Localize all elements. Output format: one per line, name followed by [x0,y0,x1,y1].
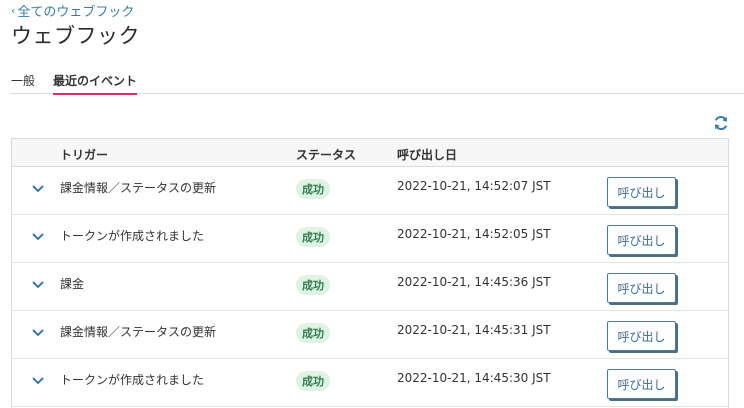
table-header: トリガー ステータス 呼び出し日 [12,139,728,167]
tab-recent-events[interactable]: 最近のイベント [53,72,138,95]
table-row: トークンが作成されました 成功 2022-10-21, 14:45:30 JST… [12,359,728,407]
call-button[interactable]: 呼び出し [607,321,676,351]
status-badge: 成功 [296,179,330,199]
column-header-called-at: 呼び出し日 [397,148,458,162]
chevron-down-icon[interactable] [31,376,45,386]
event-trigger: トークンが作成されました [60,229,205,243]
event-date: 2022-10-21, 14:52:07 JST [397,179,551,193]
column-header-trigger: トリガー [60,148,109,162]
events-table: トリガー ステータス 呼び出し日 課金情報／ステータスの更新 成功 2022-1… [11,138,729,408]
tab-bar: 一般 最近のイベント [11,70,744,95]
table-row: 課金 成功 2022-10-21, 14:45:36 JST 呼び出し [12,263,728,311]
event-date: 2022-10-21, 14:52:05 JST [397,227,551,241]
chevron-down-icon[interactable] [31,328,45,338]
event-trigger: 課金情報／ステータスの更新 [60,325,217,339]
refresh-icon[interactable] [713,115,729,131]
status-badge: 成功 [296,323,330,343]
status-badge: 成功 [296,275,330,295]
event-date: 2022-10-21, 14:45:36 JST [397,275,551,289]
tab-general[interactable]: 一般 [11,72,35,94]
event-trigger: トークンが作成されました [60,373,205,387]
chevron-down-icon[interactable] [31,232,45,242]
back-link[interactable]: ‹ 全てのウェブフック [11,1,134,20]
event-trigger: 課金 [60,277,85,291]
page-title: ウェブフック [11,24,140,48]
chevron-down-icon[interactable] [31,280,45,290]
call-button[interactable]: 呼び出し [607,225,676,255]
call-button[interactable]: 呼び出し [607,273,676,303]
table-row: トークンが作成されました 成功 2022-10-21, 14:52:05 JST… [12,215,728,263]
status-badge: 成功 [296,227,330,247]
back-link-label: 全てのウェブフック [17,5,135,20]
chevron-down-icon[interactable] [31,184,45,194]
table-row: 課金情報／ステータスの更新 成功 2022-10-21, 14:45:31 JS… [12,311,728,359]
event-trigger: 課金情報／ステータスの更新 [60,181,217,195]
event-date: 2022-10-21, 14:45:31 JST [397,323,551,337]
status-badge: 成功 [296,371,330,391]
event-date: 2022-10-21, 14:45:30 JST [397,371,551,385]
call-button[interactable]: 呼び出し [607,369,676,399]
chevron-left-icon: ‹ [11,4,16,17]
column-header-status: ステータス [296,148,357,162]
call-button[interactable]: 呼び出し [607,177,676,207]
table-row: 課金情報／ステータスの更新 成功 2022-10-21, 14:52:07 JS… [12,167,728,215]
